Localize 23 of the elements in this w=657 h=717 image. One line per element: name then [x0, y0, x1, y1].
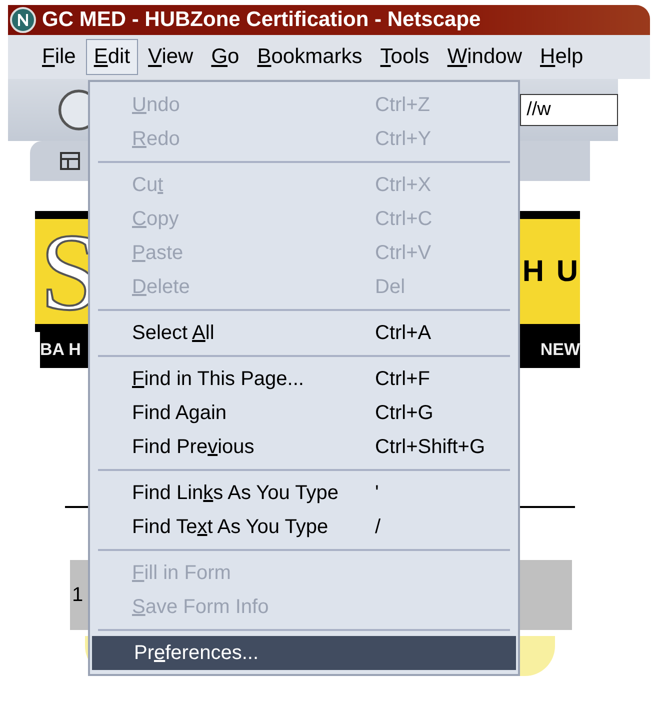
menu-item[interactable]: Preferences...: [92, 636, 516, 670]
menu-item[interactable]: Select All Ctrl+A: [90, 316, 518, 350]
menu-item[interactable]: Find Text As You Type /: [90, 510, 518, 544]
browser-logo-icon: [10, 7, 36, 33]
menu-item[interactable]: Find Previous Ctrl+Shift+G: [90, 430, 518, 464]
menu-item[interactable]: Find in This Page... Ctrl+F: [90, 362, 518, 396]
window-title: GC MED - HUBZone Certification - Netscape: [42, 8, 481, 32]
menu-title[interactable]: Help: [532, 39, 592, 75]
menu-title[interactable]: Bookmarks: [249, 39, 370, 75]
menu-title[interactable]: Go: [203, 39, 248, 75]
address-field[interactable]: //w: [520, 94, 618, 126]
menu-title[interactable]: Edit: [86, 39, 138, 75]
menu-title[interactable]: Tools: [372, 39, 438, 75]
banner-heading: H U: [522, 254, 580, 288]
menu-item[interactable]: Find Links As You Type ': [90, 476, 518, 510]
menu-title[interactable]: Window: [439, 39, 530, 75]
menu-title[interactable]: File: [34, 39, 84, 75]
strip-text: NEW: [540, 340, 580, 360]
menu-title[interactable]: View: [140, 39, 202, 75]
footer-text: 1: [72, 584, 84, 606]
strip-text: BA H: [40, 340, 81, 360]
tab-icon[interactable]: [60, 152, 80, 170]
menu-item[interactable]: Find Again Ctrl+G: [90, 396, 518, 430]
